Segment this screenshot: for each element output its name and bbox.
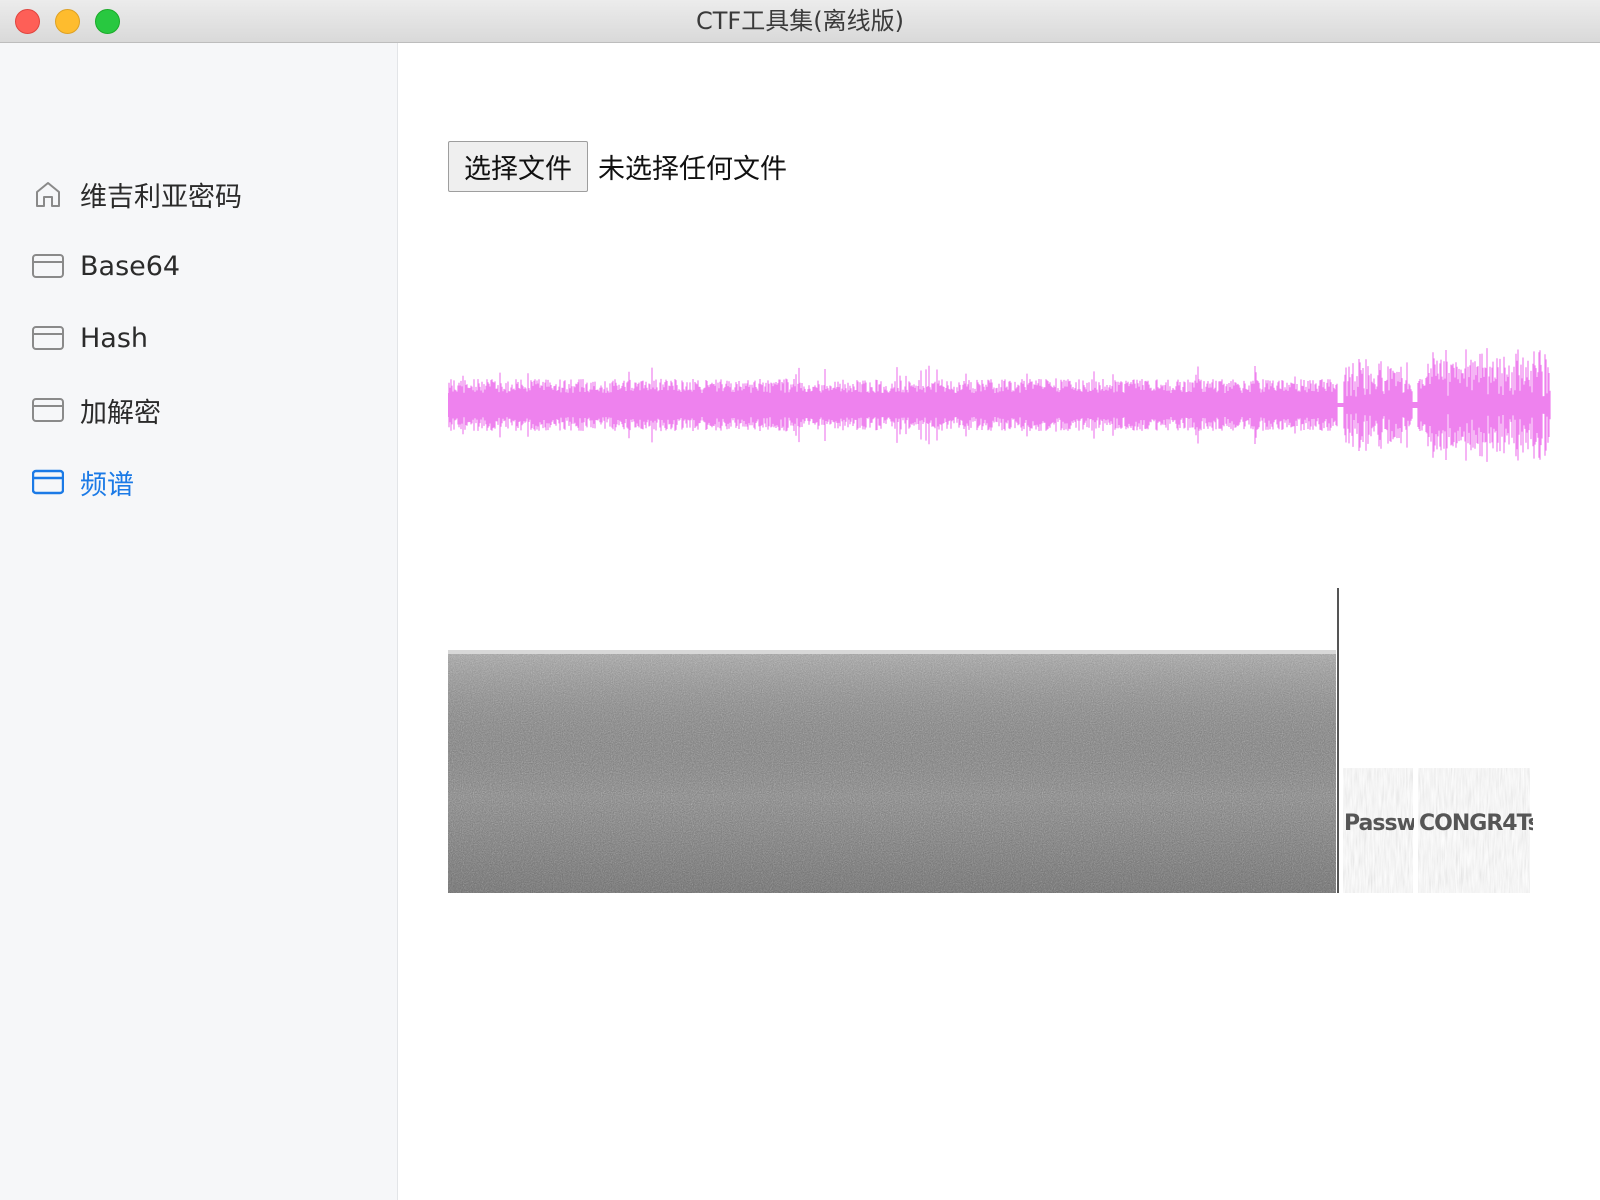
sidebar-item-hash[interactable]: Hash [32, 318, 148, 358]
sidebar-item-label: Hash [80, 322, 149, 354]
title-bar: CTF工具集(离线版) [0, 0, 1600, 43]
window-title: CTF工具集(离线版) [696, 7, 904, 35]
sidebar-item-vigenere[interactable]: 维吉利亚密码 [32, 174, 242, 214]
sidebar-item-label: 维吉利亚密码 [80, 181, 242, 213]
file-status-text: 未选择任何文件 [598, 153, 787, 185]
choose-file-button[interactable]: 选择文件 [448, 140, 588, 192]
card-icon [32, 466, 64, 498]
audio-spectrogram [448, 588, 1530, 893]
home-icon [32, 178, 64, 210]
main-content: 选择文件 未选择任何文件 Passw CONGR4T [399, 43, 1600, 1200]
waveform-trace [448, 348, 1551, 462]
sidebar-item-label: Base64 [80, 250, 181, 282]
sidebar-item-encrypt-decrypt[interactable]: 加解密 [32, 390, 161, 430]
sidebar: 维吉利亚密码 Base64 Hash 加解密 频谱 [0, 43, 398, 1200]
sidebar-item-base64[interactable]: Base64 [32, 246, 180, 286]
card-icon [32, 394, 64, 426]
spectrogram-hidden-text: CONGR4Tsl) [1419, 811, 1533, 836]
audio-waveform [448, 348, 1551, 462]
sidebar-item-spectrum[interactable]: 频谱 [32, 462, 134, 502]
file-picker: 选择文件 未选择任何文件 [448, 140, 787, 192]
app-window: CTF工具集(离线版) 维吉利亚密码 Base64 Hash 加解密 频谱 选择… [0, 0, 1600, 1200]
card-icon [32, 322, 64, 354]
sidebar-item-label: 频谱 [80, 469, 134, 501]
spectrogram-hidden-text: Passwd: [1344, 811, 1414, 836]
sidebar-item-label: 加解密 [80, 397, 161, 429]
card-icon [32, 250, 64, 282]
